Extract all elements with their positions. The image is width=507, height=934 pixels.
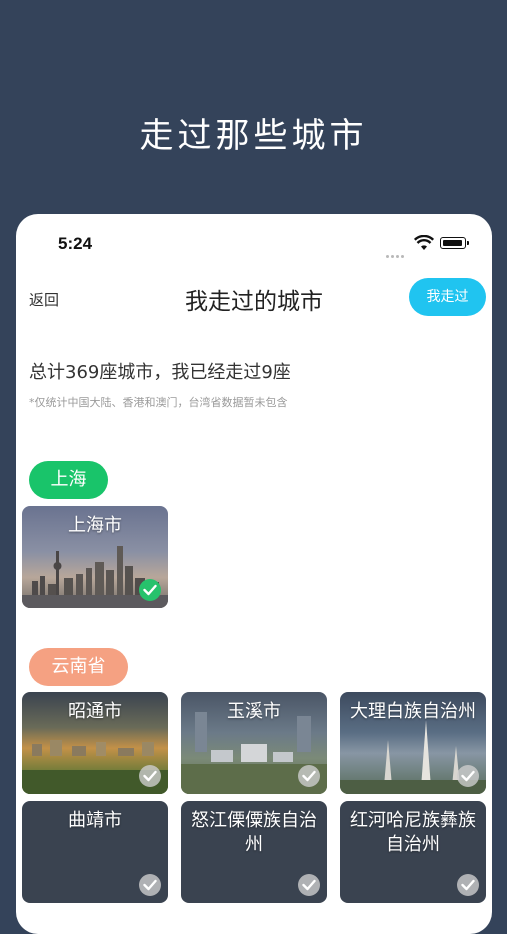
status-bar: 5:24 <box>16 232 492 258</box>
check-icon <box>298 765 320 787</box>
city-card-shanghai[interactable]: 上海市 <box>22 506 168 608</box>
nav-bar: 返回 我走过的城市 我走过 <box>16 278 492 318</box>
city-name: 上海市 <box>68 515 122 536</box>
check-icon <box>298 874 320 896</box>
phone-screen: 5:24 返回 我走过的城市 我走过 总计369座城市，我已经走过9座 *仅统计… <box>16 214 492 934</box>
city-card-qujing[interactable]: 曲靖市 <box>22 801 168 903</box>
check-icon <box>457 874 479 896</box>
city-name: 昭通市 <box>68 701 122 722</box>
battery-icon <box>440 237 469 249</box>
check-icon <box>139 579 161 601</box>
city-card-dali[interactable]: 大理白族自治州 <box>340 692 486 794</box>
city-name: 大理白族自治州 <box>350 701 476 722</box>
city-card-zhaotong[interactable]: 昭通市 <box>22 692 168 794</box>
province-tag-shanghai: 上海 <box>29 461 108 499</box>
city-name: 玉溪市 <box>227 701 281 722</box>
status-time: 5:24 <box>58 234 93 253</box>
city-name: 怒江傈僳族自治州 <box>191 810 317 855</box>
walked-button[interactable]: 我走过 <box>409 278 486 316</box>
check-icon <box>139 765 161 787</box>
signal-icon <box>386 243 408 258</box>
city-name: 曲靖市 <box>68 810 122 831</box>
city-card-nujiang[interactable]: 怒江傈僳族自治州 <box>181 801 327 903</box>
summary-note: *仅统计中国大陆、香港和澳门，台湾省数据暂未包含 <box>29 396 288 409</box>
city-name: 红河哈尼族彝族自治州 <box>350 810 476 855</box>
city-card-honghe[interactable]: 红河哈尼族彝族自治州 <box>340 801 486 903</box>
wifi-icon <box>413 234 435 255</box>
province-tag-yunnan: 云南省 <box>29 648 128 686</box>
check-icon <box>457 765 479 787</box>
banner-title: 走过那些城市 <box>139 116 368 156</box>
city-card-yuxi[interactable]: 玉溪市 <box>181 692 327 794</box>
check-icon <box>139 874 161 896</box>
summary-text: 总计369座城市，我已经走过9座 <box>29 362 291 383</box>
